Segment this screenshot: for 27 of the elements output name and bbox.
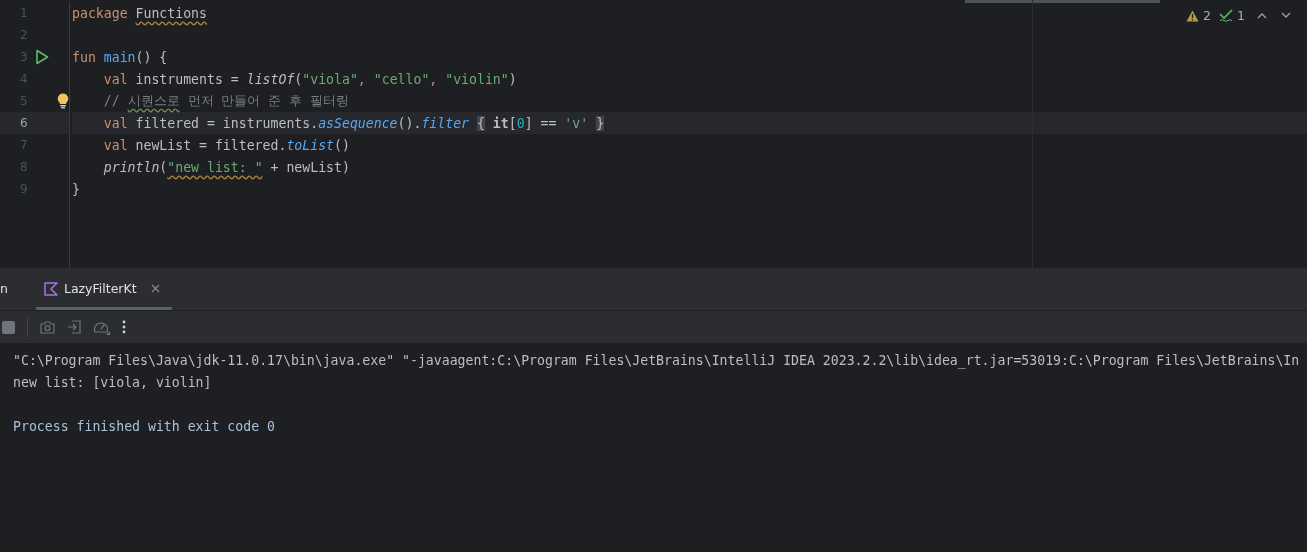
code-line: fun main() { [72,49,168,65]
sign-in-icon[interactable] [67,320,81,334]
line-number: 6 [18,116,28,130]
weak-warning-count[interactable]: 1 [1237,8,1245,23]
kotlin-file-icon [43,281,58,296]
check-icon[interactable] [1219,9,1234,22]
console-line: Process finished with exit code 0 [13,418,275,434]
stop-icon[interactable] [2,320,15,334]
code-line: val newList = filtered.toList() [102,137,350,153]
run-icon[interactable] [35,49,50,65]
scrollbar-thumb[interactable] [965,0,1160,3]
camera-icon[interactable] [40,320,55,334]
code-line: // 시퀀스로 먼저 만들어 준 후 필터링 [102,92,350,110]
tab[interactable]: n [0,270,22,310]
console-line: "C:\Program Files\Java\jdk-11.0.17\bin\java.exe" "-javaagent:C:\Program Files\JetBrains\IntelliJ IDEA 2023.2.2\lib\idea_rt.jar=53019:C:\Program Files\JetBrains\In [13,352,1300,368]
more-icon[interactable] [122,320,126,334]
gauge-icon[interactable] [93,319,110,335]
close-icon[interactable] [150,284,160,293]
code-line: val instruments = listOf("viola", "cello", "violin") [102,71,517,87]
code-line: val filtered = instruments.asSequence().filter { it[0] == 'v' } [102,115,605,131]
code-line: println("new list: " + newList) [102,159,350,175]
lightbulb-icon[interactable] [57,93,69,109]
warning-icon[interactable] [1186,9,1200,22]
code-line: } [72,181,80,197]
code-line: package Functions [72,5,207,21]
warning-count[interactable]: 2 [1203,8,1212,23]
console-line: new list: [viola, violin] [13,374,212,390]
